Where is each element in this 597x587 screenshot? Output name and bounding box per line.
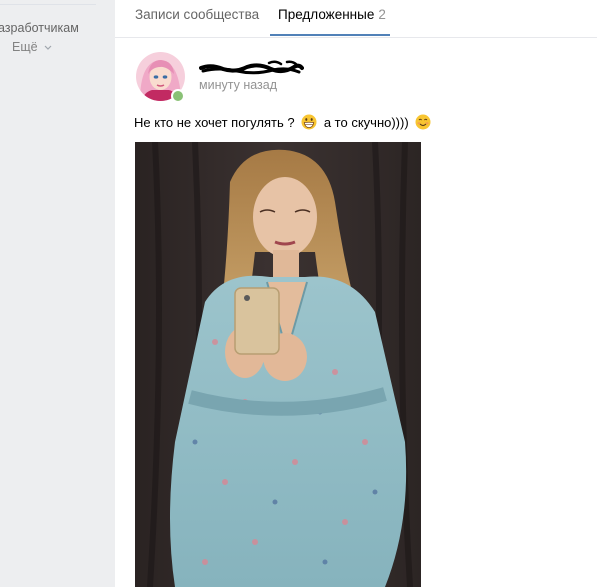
tab-count-badge: 2 [378, 7, 386, 22]
post-text: Не кто не хочет погулять ? а то скучно))… [134, 114, 434, 132]
post-text-part1: Не кто не хочет погулять ? [134, 115, 295, 130]
post-timestamp[interactable]: минуту назад [199, 78, 277, 92]
post-text-part2: а то скучно)))) [323, 115, 409, 130]
sidebar-divider [0, 4, 96, 5]
sidebar-more-label: Ещё [12, 40, 38, 54]
chevron-down-icon [44, 45, 52, 50]
tab-label: Записи сообщества [135, 7, 260, 22]
author-name-redacted-scribble[interactable] [199, 58, 304, 78]
left-sidebar: азработчикам Ещё [0, 0, 115, 587]
tab-suggested[interactable]: Предложенные 2 [278, 6, 386, 37]
smiling-face-emoji-icon [415, 114, 431, 130]
grinning-face-emoji-icon [301, 114, 317, 130]
post-photo[interactable] [135, 142, 421, 587]
wall-tabs: Записи сообщества Предложенные 2 [115, 0, 597, 38]
wall-card: Записи сообщества Предложенные 2 минуту н… [115, 0, 597, 587]
sidebar-more-button[interactable]: Ещё [12, 40, 52, 54]
online-status-indicator [171, 89, 185, 103]
tab-label: Предложенные [278, 7, 375, 22]
active-tab-indicator [270, 34, 390, 36]
sidebar-item-developers[interactable]: азработчикам [0, 21, 79, 35]
post-photo-image [135, 142, 421, 587]
tab-community-posts[interactable]: Записи сообщества [135, 6, 259, 37]
